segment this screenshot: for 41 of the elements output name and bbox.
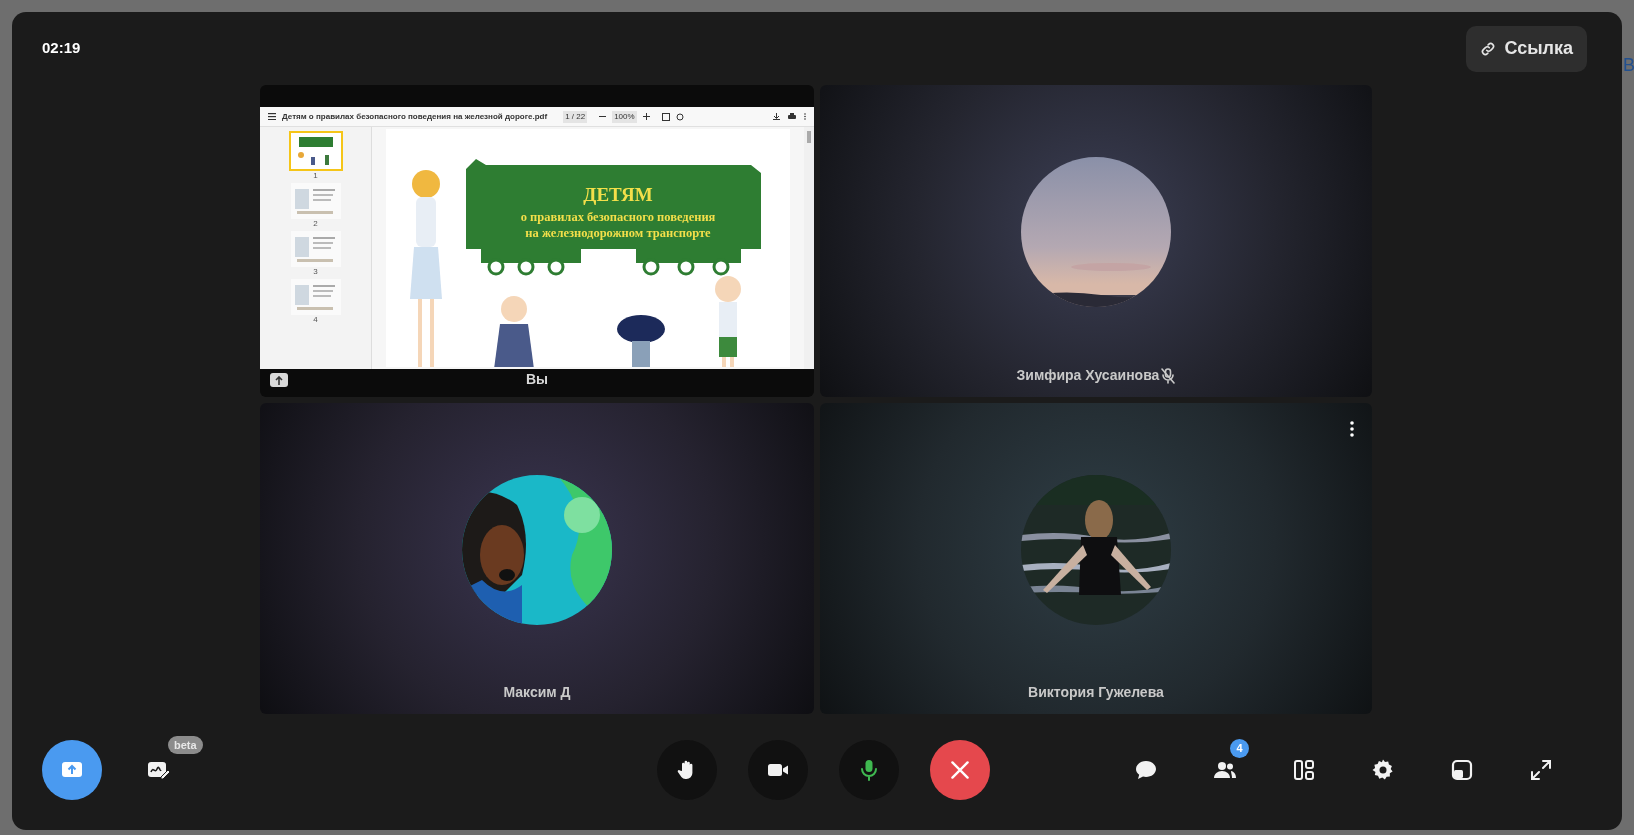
settings-icon bbox=[1371, 758, 1395, 782]
download-icon[interactable] bbox=[773, 113, 780, 120]
layout-icon bbox=[1292, 758, 1316, 782]
page-thumbnail[interactable] bbox=[290, 231, 341, 267]
figure-drawing bbox=[494, 296, 534, 367]
end-call-button[interactable] bbox=[930, 740, 990, 800]
link-icon bbox=[1480, 40, 1497, 57]
rotate-icon[interactable] bbox=[675, 112, 684, 121]
page-label: 1 bbox=[313, 171, 318, 181]
participant-name: Зимфира Хусаинова bbox=[1016, 366, 1160, 385]
call-timer: 02:19 bbox=[42, 38, 81, 59]
zoom-in-icon[interactable] bbox=[642, 113, 650, 120]
count-badge: 4 bbox=[1230, 739, 1249, 758]
screen-share-icon bbox=[270, 373, 288, 387]
share-screen-button[interactable] bbox=[42, 740, 102, 800]
beta-badge: beta bbox=[168, 736, 203, 754]
figure-drawing bbox=[617, 315, 665, 367]
participant-name: Вы bbox=[525, 371, 549, 387]
chat-icon bbox=[1134, 758, 1158, 782]
slide-subtitle: о правилах безопасного поведения bbox=[520, 210, 716, 224]
page-number[interactable]: 1 / 22 bbox=[563, 110, 588, 123]
page-label: 4 bbox=[313, 315, 318, 325]
file-name: Детям о правилах безопасного поведения на железной дороге.pdf bbox=[282, 110, 548, 123]
page-thumbnail[interactable] bbox=[288, 131, 343, 171]
zoom-level[interactable]: 100% bbox=[612, 110, 637, 123]
page-label: 2 bbox=[313, 219, 318, 229]
expand-icon bbox=[1529, 758, 1553, 782]
participant-name: Виктория Гужелева bbox=[1028, 683, 1164, 702]
page-label: 3 bbox=[313, 267, 318, 277]
picture-in-picture-icon bbox=[1450, 758, 1474, 782]
link-button[interactable]: Ссылка bbox=[1466, 25, 1587, 72]
page-thumbnail[interactable] bbox=[290, 183, 341, 219]
menu-icon[interactable] bbox=[268, 113, 276, 120]
fit-page-icon[interactable] bbox=[661, 112, 670, 121]
participant-name: Максим Д bbox=[503, 683, 571, 702]
more-icon[interactable] bbox=[1350, 421, 1354, 437]
zoom-out-icon[interactable] bbox=[599, 113, 607, 120]
page-thumbnail[interactable] bbox=[290, 279, 341, 315]
print-icon[interactable] bbox=[788, 113, 796, 120]
slide-subtitle: на железнодорожном транспорте bbox=[525, 226, 711, 240]
slide-heading: ДЕТЯМ bbox=[583, 184, 653, 205]
